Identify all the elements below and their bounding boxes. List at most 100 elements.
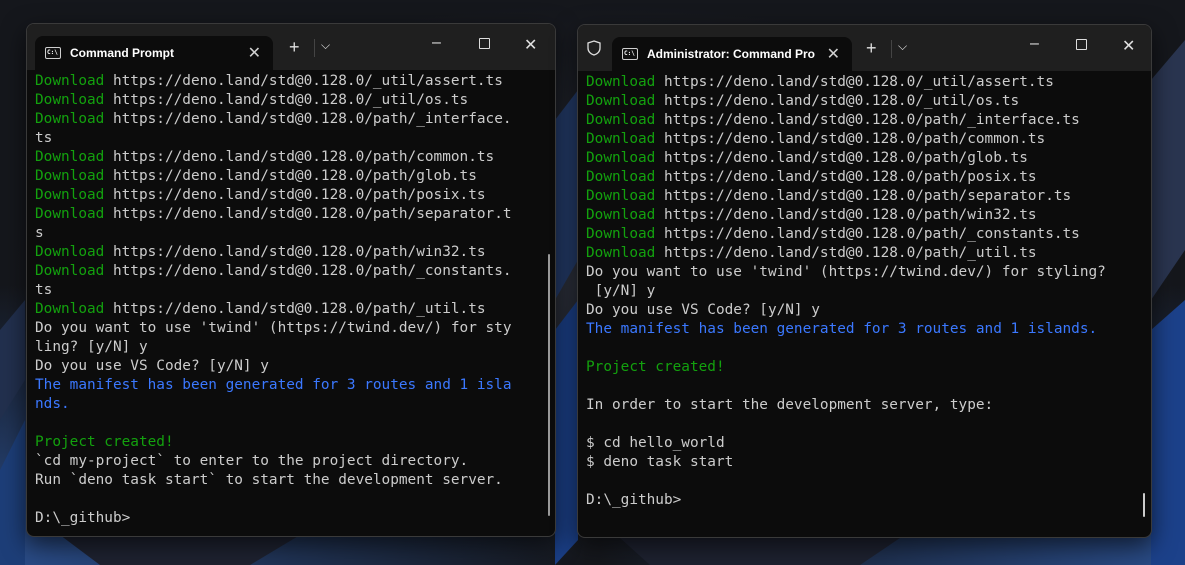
terminal-line: Download https://deno.land/std@0.128.0/p…: [35, 148, 512, 167]
line-text: In order to start the development server…: [586, 397, 994, 413]
line-text: https://deno.land/std@0.128.0/path/win32…: [655, 207, 1037, 223]
scrollbar[interactable]: [548, 254, 550, 516]
terminal-line: D:\_github>: [35, 509, 512, 528]
line-text: https://deno.land/std@0.128.0/path/posix…: [655, 169, 1037, 185]
tab-command-prompt[interactable]: Command Prompt ✕: [35, 36, 273, 70]
terminal-line: Do you want to use 'twind' (https://twin…: [35, 319, 512, 338]
line-text: https://deno.land/std@0.128.0/path/separ…: [655, 188, 1072, 204]
line-text: Do you want to use 'twind' (https://twin…: [35, 320, 512, 336]
info-text: The manifest has been generated for 3 ro…: [35, 377, 512, 393]
close-icon[interactable]: ✕: [524, 35, 537, 55]
close-tab-icon[interactable]: ✕: [248, 43, 261, 63]
status-label: Download: [35, 149, 105, 165]
close-tab-icon[interactable]: ✕: [827, 44, 840, 64]
terminal-line: $ cd hello_world: [586, 434, 1106, 453]
status-label: Download: [586, 112, 656, 128]
status-label: Download: [35, 263, 105, 279]
chevron-down-icon[interactable]: ⌵: [898, 39, 907, 54]
line-text: https://deno.land/std@0.128.0/path/posix…: [104, 187, 486, 203]
line-text: https://deno.land/std@0.128.0/_util/os.t…: [104, 92, 469, 108]
line-text: ts: [35, 282, 53, 298]
terminal-line: Run `deno task start` to start the devel…: [35, 471, 512, 490]
line-text: https://deno.land/std@0.128.0/path/_cons…: [655, 226, 1080, 242]
tab-title: Command Prompt: [70, 46, 175, 60]
terminal-line: Download https://deno.land/std@0.128.0/p…: [586, 244, 1106, 263]
status-label: Download: [35, 73, 105, 89]
line-text: `cd my-project` to enter to the project …: [35, 453, 469, 469]
line-text: https://deno.land/std@0.128.0/path/glob.…: [104, 168, 477, 184]
terminal-line: Download https://deno.land/std@0.128.0/p…: [586, 168, 1106, 187]
terminal-line: D:\_github>: [586, 491, 1106, 510]
status-label: Download: [35, 187, 105, 203]
line-text: https://deno.land/std@0.128.0/path/commo…: [104, 149, 495, 165]
terminal-line: Download https://deno.land/std@0.128.0/p…: [586, 149, 1106, 168]
line-text: D:\_github>: [586, 492, 682, 508]
status-label: Project created!: [35, 434, 174, 450]
line-text: https://deno.land/std@0.128.0/path/_util…: [104, 301, 486, 317]
line-text: ts: [35, 130, 53, 146]
terminal-line: ling? [y/N] y: [35, 338, 512, 357]
right-titlebar[interactable]: Administrator: Command Pro ✕ + ⌵ – ✕: [578, 25, 1151, 71]
left-terminal-window: Command Prompt ✕ + ⌵ – ✕ Download https:…: [26, 23, 556, 537]
left-titlebar[interactable]: Command Prompt ✕ + ⌵ – ✕: [27, 24, 555, 70]
terminal-line: Download https://deno.land/std@0.128.0/p…: [586, 130, 1106, 149]
line-text: [y/N] y: [586, 283, 656, 299]
maximize-icon[interactable]: [479, 36, 490, 54]
terminal-line: Project created!: [586, 358, 1106, 377]
terminal-line: Download https://deno.land/std@0.128.0/p…: [586, 111, 1106, 130]
info-text: The manifest has been generated for 3 ro…: [586, 321, 1098, 337]
terminal-line: Download https://deno.land/std@0.128.0/p…: [35, 300, 512, 319]
maximize-icon[interactable]: [1076, 37, 1087, 55]
line-text: D:\_github>: [35, 510, 131, 526]
minimize-icon[interactable]: –: [1030, 35, 1039, 53]
status-label: Download: [35, 206, 105, 222]
terminal-line: Download https://deno.land/std@0.128.0/_…: [586, 73, 1106, 92]
line-text: https://deno.land/std@0.128.0/_util/asse…: [655, 74, 1054, 90]
status-label: Download: [586, 188, 656, 204]
line-text: Do you want to use 'twind' (https://twin…: [586, 264, 1106, 280]
line-text: Run `deno task start` to start the devel…: [35, 472, 503, 488]
tab-separator: [891, 40, 892, 58]
minimize-icon[interactable]: –: [432, 34, 441, 52]
terminal-line: nds.: [35, 395, 512, 414]
terminal-output[interactable]: Download https://deno.land/std@0.128.0/_…: [586, 73, 1106, 510]
plus-icon[interactable]: +: [866, 38, 877, 59]
status-label: Download: [586, 93, 656, 109]
cmd-icon: [45, 47, 61, 59]
terminal-line: In order to start the development server…: [586, 396, 1106, 415]
terminal-output[interactable]: Download https://deno.land/std@0.128.0/_…: [35, 72, 512, 528]
terminal-line: Download https://deno.land/std@0.128.0/p…: [35, 167, 512, 186]
tab-separator: [314, 39, 315, 57]
line-text: Do you use VS Code? [y/N] y: [35, 358, 269, 374]
close-icon[interactable]: ✕: [1122, 36, 1135, 56]
line-text: $ deno task start: [586, 454, 734, 470]
line-text: https://deno.land/std@0.128.0/path/_cons…: [104, 263, 512, 279]
line-text: Do you use VS Code? [y/N] y: [586, 302, 820, 318]
status-label: Download: [586, 131, 656, 147]
terminal-line: `cd my-project` to enter to the project …: [35, 452, 512, 471]
chevron-down-icon[interactable]: ⌵: [321, 38, 330, 53]
status-label: Download: [586, 245, 656, 261]
terminal-line: ts: [35, 281, 512, 300]
line-text: $ cd hello_world: [586, 435, 725, 451]
status-label: Download: [35, 111, 105, 127]
terminal-line: Download https://deno.land/std@0.128.0/p…: [586, 206, 1106, 225]
line-text: https://deno.land/std@0.128.0/path/commo…: [655, 131, 1046, 147]
terminal-line: Project created!: [35, 433, 512, 452]
terminal-line: s: [35, 224, 512, 243]
terminal-line: Do you use VS Code? [y/N] y: [586, 301, 1106, 320]
line-text: https://deno.land/std@0.128.0/path/separ…: [104, 206, 512, 222]
line-text: https://deno.land/std@0.128.0/path/glob.…: [655, 150, 1028, 166]
plus-icon[interactable]: +: [289, 37, 300, 58]
terminal-line: Download https://deno.land/std@0.128.0/p…: [35, 110, 512, 129]
info-text: nds.: [35, 396, 70, 412]
terminal-line: The manifest has been generated for 3 ro…: [35, 376, 512, 395]
status-label: Download: [586, 169, 656, 185]
tab-administrator-command-prompt[interactable]: Administrator: Command Pro ✕: [612, 37, 852, 71]
status-label: Download: [35, 168, 105, 184]
